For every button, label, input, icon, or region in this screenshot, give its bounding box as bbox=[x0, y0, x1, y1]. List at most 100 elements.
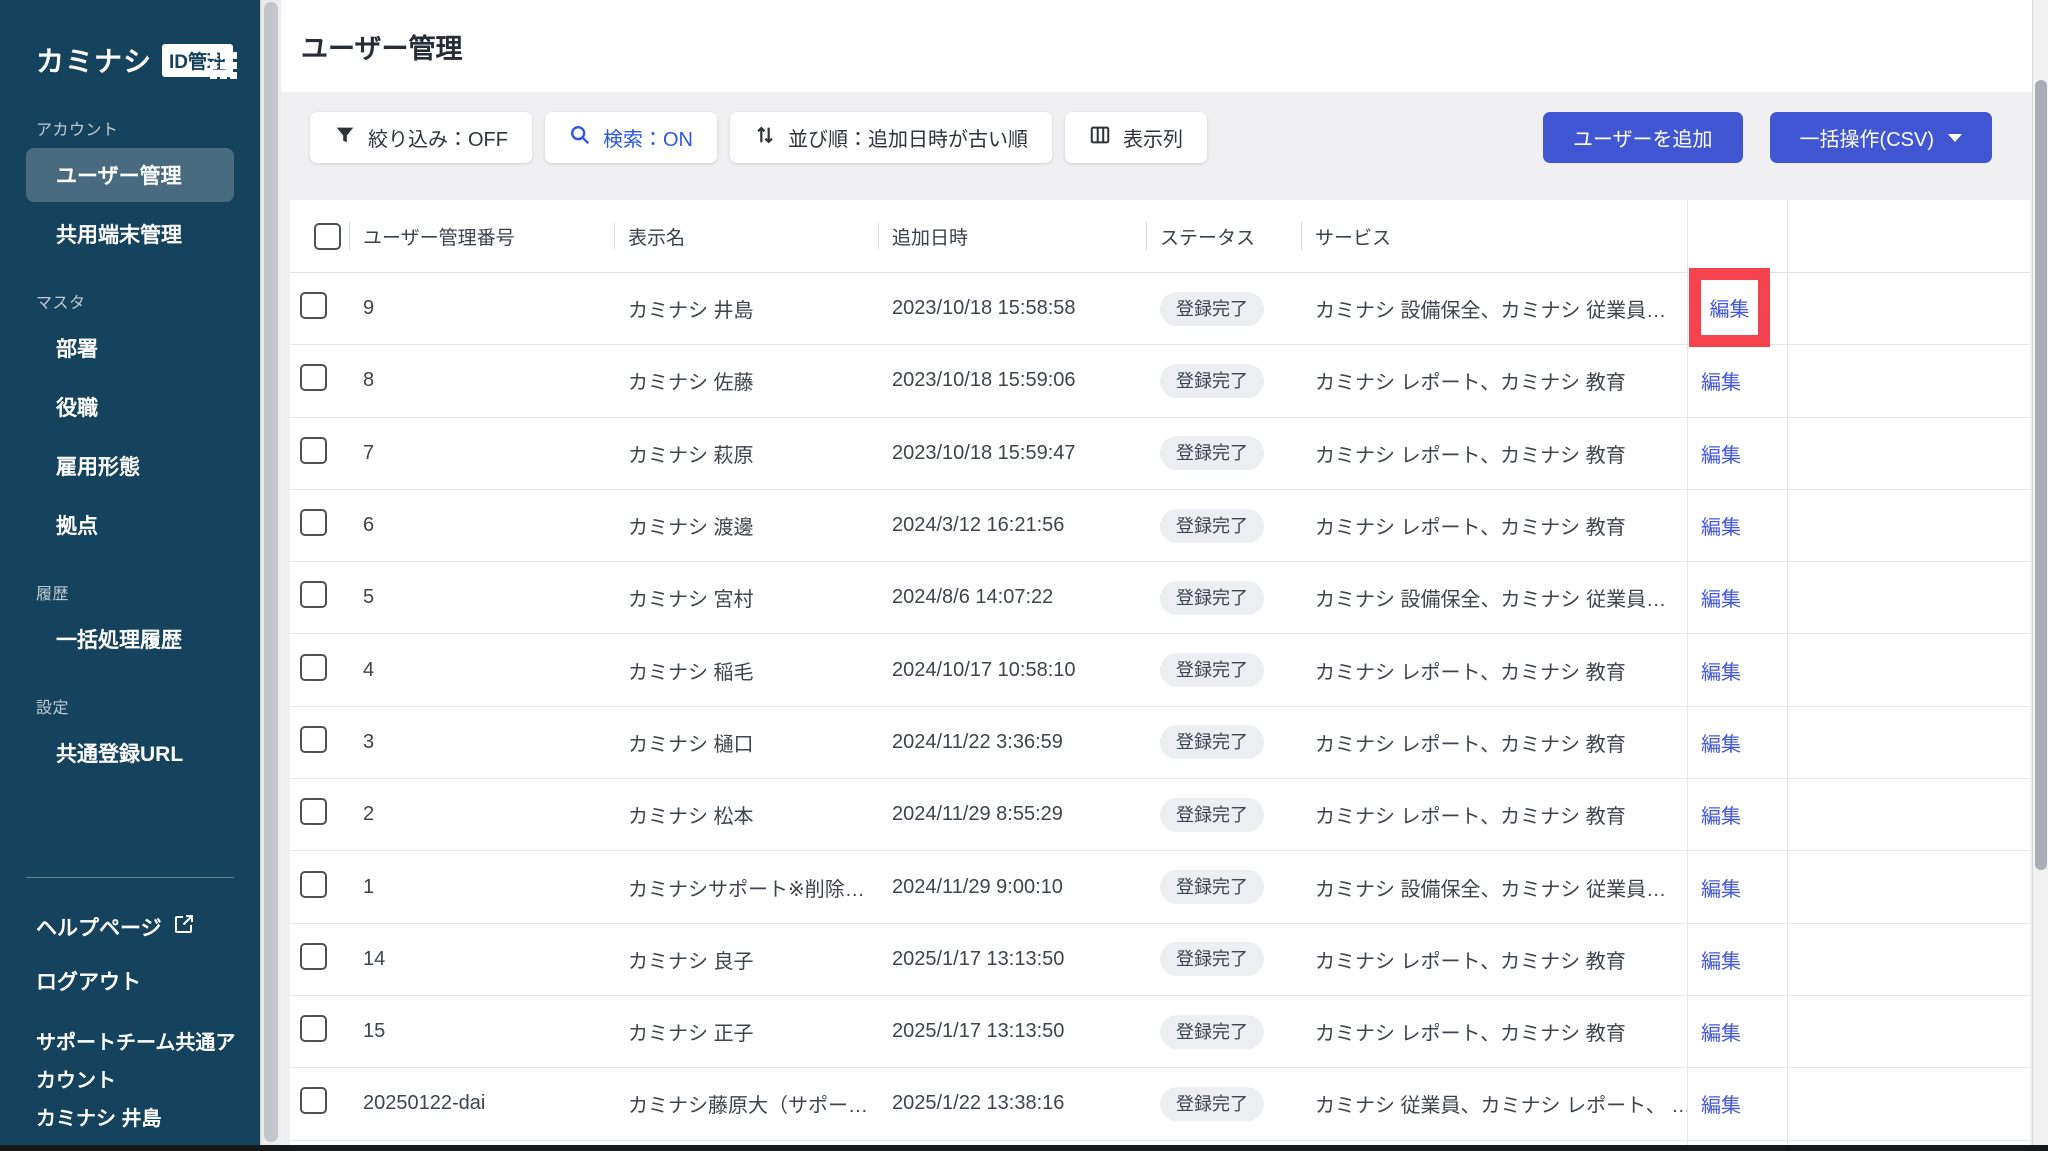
status-badge: 登録完了 bbox=[1160, 509, 1264, 543]
sidebar-section: 履歴 一括処理履歴 bbox=[0, 580, 260, 666]
row-services: カミナシ レポート、カミナシ 教育 bbox=[1301, 366, 1687, 395]
row-display-name: カミナシサポート※削除… bbox=[614, 873, 878, 902]
sidebar-item-拠点[interactable]: 拠点 bbox=[26, 498, 234, 552]
filter-button[interactable]: 絞り込み：OFF bbox=[310, 112, 532, 163]
row-display-name: カミナシ 正子 bbox=[614, 1017, 878, 1046]
edit-wrap: 編集 bbox=[1687, 511, 1741, 540]
edit-link[interactable]: 編集 bbox=[1701, 662, 1741, 684]
edit-wrap: 編集 bbox=[1687, 1017, 1741, 1046]
search-button-label: 検索：ON bbox=[603, 123, 693, 152]
row-checkbox[interactable] bbox=[300, 726, 327, 753]
sidebar-section-label: 設定 bbox=[36, 694, 260, 718]
search-button[interactable]: 検索：ON bbox=[545, 112, 717, 163]
edit-link[interactable]: 編集 bbox=[1701, 445, 1741, 467]
row-checkbox[interactable] bbox=[300, 509, 327, 536]
table-row: 15 カミナシ 正子 2025/1/17 13:13:50 登録完了 カミナシ … bbox=[290, 996, 2030, 1068]
row-added-date: 2024/11/29 8:55:29 bbox=[878, 803, 1146, 826]
sidebar-section: マスタ 部署役職雇用形態拠点 bbox=[0, 289, 260, 552]
external-link-icon bbox=[174, 914, 194, 940]
sidebar-scrollbar-thumb[interactable] bbox=[264, 2, 278, 1142]
status-badge: 登録完了 bbox=[1160, 581, 1264, 615]
select-all-checkbox[interactable] bbox=[314, 223, 341, 250]
edit-link[interactable]: 編集 bbox=[1701, 951, 1741, 973]
table-row: 1 カミナシサポート※削除… 2024/11/29 9:00:10 登録完了 カ… bbox=[290, 851, 2030, 923]
row-edit-cell: 編集 bbox=[1687, 490, 1787, 561]
add-user-button[interactable]: ユーザーを追加 bbox=[1543, 112, 1743, 163]
window-bottom-edge bbox=[0, 1145, 2048, 1151]
row-services: カミナシ レポート、カミナシ 教育 bbox=[1301, 800, 1687, 829]
logout-link[interactable]: ログアウト bbox=[36, 966, 260, 996]
row-user-id: 7 bbox=[349, 442, 614, 465]
row-checkbox[interactable] bbox=[300, 581, 327, 608]
row-edit-cell: 編集 bbox=[1687, 707, 1787, 778]
row-checkbox[interactable] bbox=[300, 798, 327, 825]
row-display-name: カミナシ 萩原 bbox=[614, 439, 878, 468]
sort-button[interactable]: 並び順：追加日時が古い順 bbox=[730, 112, 1052, 163]
row-status-cell: 登録完了 bbox=[1146, 798, 1301, 832]
edit-link[interactable]: 編集 bbox=[1701, 589, 1741, 611]
row-status-cell: 登録完了 bbox=[1146, 942, 1301, 976]
row-checkbox[interactable] bbox=[300, 364, 327, 391]
edit-link[interactable]: 編集 bbox=[1701, 372, 1741, 394]
row-checkbox-cell bbox=[290, 509, 349, 542]
row-user-id: 20250122-dai bbox=[349, 1092, 614, 1115]
edit-wrap: 編集 bbox=[1687, 366, 1741, 395]
row-checkbox[interactable] bbox=[300, 1087, 327, 1114]
edit-link[interactable]: 編集 bbox=[1701, 806, 1741, 828]
sidebar-scrollbar[interactable] bbox=[260, 0, 281, 1151]
edit-link[interactable]: 編集 bbox=[1701, 1095, 1741, 1117]
logout-label: ログアウト bbox=[36, 966, 141, 996]
edit-link[interactable]: 編集 bbox=[1701, 517, 1741, 539]
sidebar-item-雇用形態[interactable]: 雇用形態 bbox=[26, 439, 234, 493]
header-user-id: ユーザー管理番号 bbox=[349, 200, 614, 272]
table-row: 7 カミナシ 萩原 2023/10/18 15:59:47 登録完了 カミナシ … bbox=[290, 418, 2030, 490]
edit-link[interactable]: 編集 bbox=[1701, 1023, 1741, 1045]
row-edit-cell: 編集 bbox=[1687, 779, 1787, 850]
sidebar-item-一括処理履歴[interactable]: 一括処理履歴 bbox=[26, 612, 234, 666]
page-scrollbar[interactable] bbox=[2032, 0, 2048, 1151]
help-page-link[interactable]: ヘルプページ bbox=[36, 912, 260, 942]
row-user-id: 4 bbox=[349, 659, 614, 682]
columns-button[interactable]: 表示列 bbox=[1065, 112, 1207, 163]
sidebar-item-共用端末管理[interactable]: 共用端末管理 bbox=[26, 207, 234, 261]
table-row: 8 カミナシ 佐藤 2023/10/18 15:59:06 登録完了 カミナシ … bbox=[290, 345, 2030, 417]
sidebar-divider bbox=[26, 877, 234, 878]
row-display-name: カミナシ 渡邊 bbox=[614, 511, 878, 540]
row-added-date: 2023/10/18 15:59:06 bbox=[878, 369, 1146, 392]
edit-link[interactable]: 編集 bbox=[1701, 734, 1741, 756]
bulk-operation-button[interactable]: 一括操作(CSV) bbox=[1770, 112, 1992, 163]
table-row: 4 カミナシ 稲毛 2024/10/17 10:58:10 登録完了 カミナシ … bbox=[290, 634, 2030, 706]
sidebar-item-共通登録URL[interactable]: 共通登録URL bbox=[26, 726, 234, 780]
table-row: 14 カミナシ 良子 2025/1/17 13:13:50 登録完了 カミナシ … bbox=[290, 924, 2030, 996]
edit-wrap: 編集 bbox=[1687, 945, 1741, 974]
row-added-date: 2024/3/12 16:21:56 bbox=[878, 514, 1146, 537]
row-checkbox[interactable] bbox=[300, 437, 327, 464]
row-services: カミナシ レポート、カミナシ 教育 bbox=[1301, 439, 1687, 468]
page-title: ユーザー管理 bbox=[301, 27, 462, 66]
row-checkbox[interactable] bbox=[300, 871, 327, 898]
funnel-icon bbox=[334, 124, 356, 152]
row-display-name: カミナシ 井島 bbox=[614, 294, 878, 323]
row-display-name: カミナシ 松本 bbox=[614, 800, 878, 829]
apps-grid-icon[interactable] bbox=[210, 52, 238, 80]
row-checkbox[interactable] bbox=[300, 292, 327, 319]
table-header-row: ユーザー管理番号 表示名 追加日時 ステータス サービス bbox=[290, 200, 2030, 273]
edit-link[interactable]: 編集 bbox=[1701, 879, 1741, 901]
row-checkbox-cell bbox=[290, 798, 349, 831]
edit-wrap: 編集 bbox=[1687, 439, 1741, 468]
edit-link[interactable]: 編集 bbox=[1710, 293, 1750, 322]
row-checkbox[interactable] bbox=[300, 1015, 327, 1042]
sidebar-item-ユーザー管理[interactable]: ユーザー管理 bbox=[26, 148, 234, 202]
row-edit-cell: 編集 bbox=[1687, 996, 1787, 1067]
edit-highlight-box: 編集 bbox=[1689, 268, 1770, 347]
sidebar-item-役職[interactable]: 役職 bbox=[26, 380, 234, 434]
page-scrollbar-thumb[interactable] bbox=[2035, 80, 2047, 870]
sidebar-section: 設定 共通登録URL bbox=[0, 694, 260, 780]
sidebar-item-部署[interactable]: 部署 bbox=[26, 321, 234, 375]
row-added-date: 2024/11/29 9:00:10 bbox=[878, 876, 1146, 899]
row-checkbox[interactable] bbox=[300, 654, 327, 681]
row-checkbox[interactable] bbox=[300, 943, 327, 970]
row-checkbox-cell bbox=[290, 654, 349, 687]
row-display-name: カミナシ藤原大（サポー… bbox=[614, 1089, 878, 1118]
row-checkbox-cell bbox=[290, 726, 349, 759]
